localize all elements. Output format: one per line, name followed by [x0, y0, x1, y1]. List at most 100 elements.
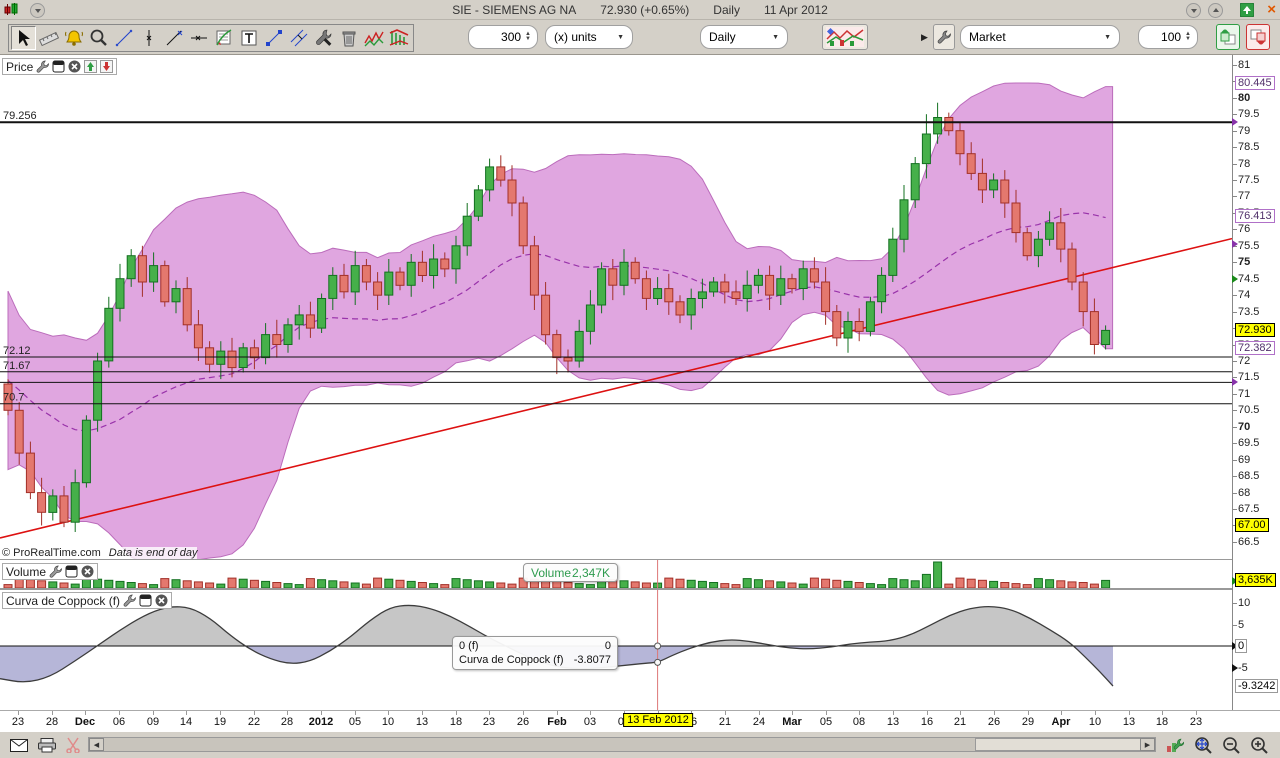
volume-bar	[732, 585, 740, 588]
date-tick-label: 16	[921, 716, 933, 728]
date-tick-label: 05	[820, 716, 832, 728]
volume-bar	[922, 574, 930, 588]
pointer-tool-button[interactable]	[11, 26, 36, 50]
scroll-left-button[interactable]: ◀	[89, 738, 104, 751]
wrench-icon[interactable]	[123, 594, 136, 607]
arrow-up-icon[interactable]	[84, 60, 97, 73]
workspace-icon[interactable]	[1240, 3, 1254, 17]
sell-button[interactable]	[1246, 24, 1270, 50]
date-tick-label: 23	[1190, 716, 1202, 728]
candle	[844, 322, 852, 339]
close-icon[interactable]: ×	[1267, 1, 1276, 18]
price-tick-label: 68	[1238, 487, 1250, 499]
zoom-out-icon[interactable]	[1220, 735, 1242, 755]
timeframe-dropdown[interactable]: Daily ▼	[700, 25, 788, 49]
horizontal-line-tool-button[interactable]	[186, 26, 211, 50]
date-tick	[220, 711, 221, 715]
window-icon[interactable]	[52, 60, 65, 73]
zoom-tool-button[interactable]	[86, 26, 111, 50]
alarm-tool-button[interactable]	[61, 26, 86, 50]
forecast-icon	[213, 27, 235, 49]
ruler-tool-button[interactable]	[36, 26, 61, 50]
price-tick-label: 77.5	[1238, 174, 1259, 186]
chevron-down-icon: ▼	[764, 34, 779, 41]
candle	[855, 322, 863, 332]
trendline-tool-button[interactable]	[111, 26, 136, 50]
candle	[889, 239, 897, 275]
display-settings-icon[interactable]	[1164, 735, 1186, 755]
quantity-value[interactable]: 100	[1145, 30, 1185, 44]
fit-zoom-icon[interactable]	[1192, 735, 1214, 755]
date-tick	[523, 711, 524, 715]
date-axis[interactable]: 2328Dec0609141922282012051013182326Feb03…	[0, 710, 1280, 731]
spinner-icon[interactable]: ▲▼	[525, 32, 531, 42]
order-type-dropdown[interactable]: Market ▼	[960, 25, 1120, 49]
oblique-line-icon	[163, 27, 185, 49]
candle	[441, 259, 449, 269]
axis-arrow-icon	[1232, 240, 1238, 248]
candle	[788, 279, 796, 289]
horizontal-scrollbar[interactable]: ◀ ▶	[88, 737, 1156, 752]
forecast-tool-button[interactable]	[211, 26, 236, 50]
buy-button[interactable]	[1216, 24, 1240, 50]
units-count-value[interactable]: 300	[475, 30, 525, 44]
units-dropdown[interactable]: (x) units ▼	[545, 25, 633, 49]
close-icon[interactable]	[155, 594, 168, 607]
window-icon[interactable]	[139, 594, 152, 607]
volume-bar	[194, 582, 202, 588]
axis-tick	[1233, 98, 1237, 99]
date-tick-label: 23	[483, 716, 495, 728]
date-tick-label: 19	[214, 716, 226, 728]
title-price: 72.930 (+0.65%)	[600, 3, 689, 17]
candle	[519, 203, 527, 246]
mail-icon[interactable]	[8, 735, 30, 755]
text-tool-button[interactable]	[236, 26, 261, 50]
pointer-icon	[13, 27, 35, 49]
parallel-lines-tool-button[interactable]	[286, 26, 311, 50]
vertical-line-tool-button[interactable]	[136, 26, 161, 50]
volume-bar	[183, 581, 191, 588]
close-icon[interactable]	[81, 565, 94, 578]
volume-bar	[1034, 579, 1042, 588]
arrow-down-icon[interactable]	[100, 60, 113, 73]
trash-tool-button[interactable]	[336, 26, 361, 50]
extend-line-tool-button[interactable]	[261, 26, 286, 50]
price-axis[interactable]: 8180.58079.57978.57877.57776.57675.57574…	[1232, 55, 1280, 731]
price-tick-label: 72	[1238, 355, 1250, 367]
wrench-icon[interactable]	[49, 565, 62, 578]
title-timeframe: Daily	[713, 3, 740, 17]
volume-bar	[1090, 584, 1098, 588]
candle	[1057, 223, 1065, 249]
chart-style-button[interactable]	[822, 24, 868, 50]
scrollbar-thumb[interactable]	[975, 738, 1141, 751]
wrench-icon[interactable]	[36, 60, 49, 73]
scroll-down-button[interactable]	[1186, 3, 1201, 18]
hline-label: 70.7	[3, 392, 24, 404]
candle	[71, 483, 79, 523]
tools-tool-button[interactable]	[311, 26, 336, 50]
expand-arrow-icon[interactable]: ▶	[921, 32, 928, 43]
prorealtime-window: SIE - SIEMENS AG NA72.930 (+0.65%)Daily1…	[0, 0, 1280, 758]
quantity-input[interactable]: 100 ▲▼	[1138, 25, 1198, 49]
price-tick-label: 81	[1238, 59, 1250, 71]
pattern-up-tool-button[interactable]	[361, 26, 386, 50]
spinner-icon[interactable]: ▲▼	[1185, 32, 1191, 42]
scroll-right-button[interactable]: ▶	[1140, 738, 1155, 751]
axis-arrow-icon	[1232, 118, 1238, 126]
pattern-down-tool-button[interactable]	[386, 26, 411, 50]
units-count-input[interactable]: 300 ▲▼	[468, 25, 538, 49]
print-icon[interactable]	[36, 735, 58, 755]
scroll-up-button[interactable]	[1208, 3, 1223, 18]
volume-tooltip-value: 2,347K	[572, 566, 610, 580]
order-settings-button[interactable]	[933, 24, 955, 50]
cut-icon[interactable]	[62, 735, 84, 755]
volume-bar	[934, 562, 942, 588]
window-icon[interactable]	[65, 565, 78, 578]
zoom-in-icon[interactable]	[1248, 735, 1270, 755]
date-tick	[1028, 711, 1029, 715]
price-chart-canvas[interactable]: 79.25672.1271.6770.7	[0, 55, 1232, 560]
date-tick-label: 06	[113, 716, 125, 728]
oblique-line-tool-button[interactable]	[161, 26, 186, 50]
volume-bar	[978, 580, 986, 588]
close-icon[interactable]	[68, 60, 81, 73]
